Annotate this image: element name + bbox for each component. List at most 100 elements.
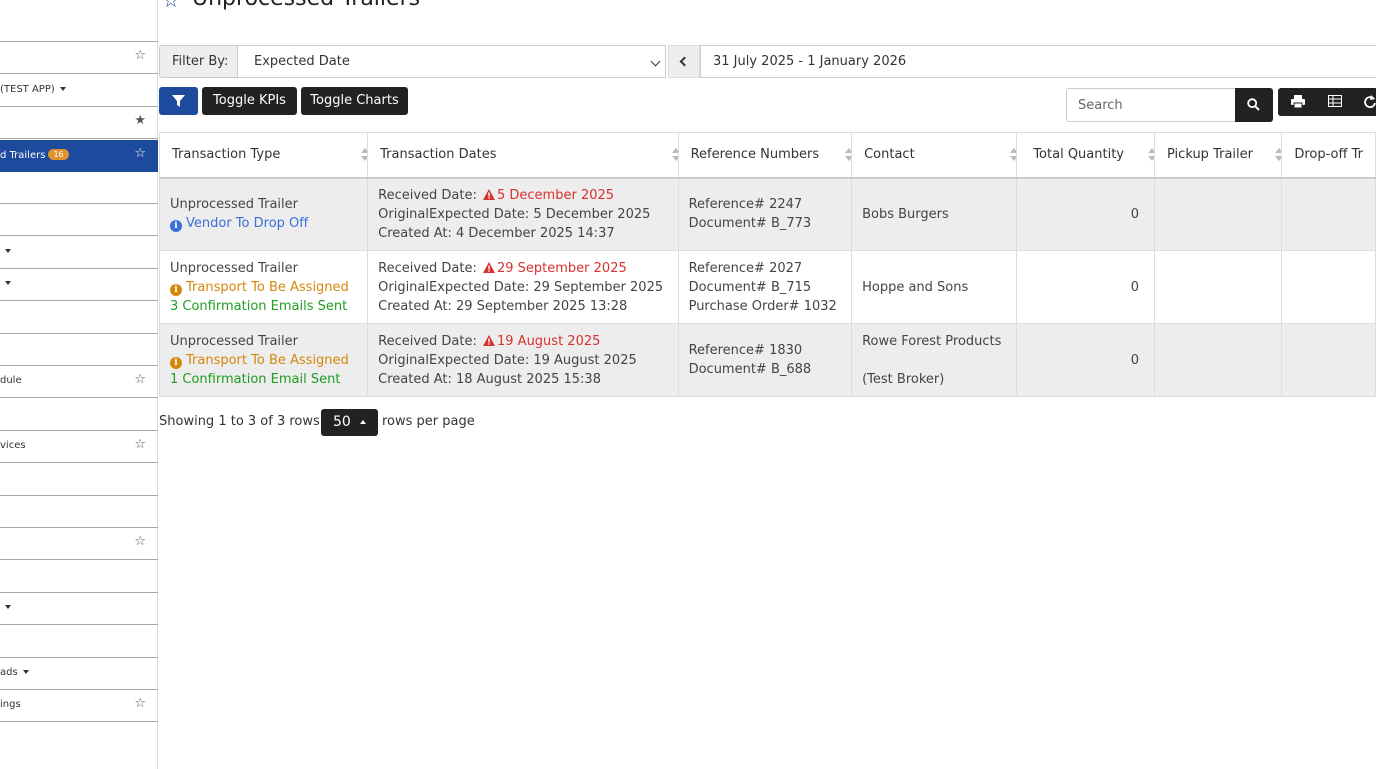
- star-icon[interactable]: ☆: [134, 373, 146, 386]
- reference-number: Purchase Order# 1032: [688, 298, 837, 314]
- sidebar-item[interactable]: dule ☆: [0, 366, 158, 399]
- pagination-info: Showing 1 to 3 of 3 rows: [159, 414, 320, 429]
- star-icon[interactable]: ☆: [134, 697, 146, 710]
- reference-number: Document# B_688: [688, 362, 812, 377]
- cell-contact: Rowe Forest Products (Test Broker): [851, 323, 1018, 397]
- status-line[interactable]: i Transport To Be Assigned: [170, 278, 357, 297]
- table-header-row: Transaction Type Transaction Dates Refer…: [158, 132, 1376, 179]
- sidebar-item[interactable]: [0, 269, 158, 302]
- sidebar-item-label: ings: [0, 699, 21, 711]
- sidebar-item-label: [0, 278, 11, 289]
- sidebar-item[interactable]: [0, 464, 158, 496]
- date-range-prev-button[interactable]: [668, 45, 700, 78]
- column-header-contact[interactable]: Contact: [851, 132, 1018, 179]
- column-header-label: Reference Numbers: [690, 147, 820, 163]
- refresh-icon[interactable]: [1364, 95, 1376, 108]
- total-quantity: 0: [1130, 206, 1139, 222]
- sidebar-item-label: ads: [0, 667, 29, 678]
- page-size-dropdown[interactable]: 50: [321, 409, 378, 436]
- cell-transaction-dates: Received Date: 19 August 2025 OriginalExp…: [367, 323, 679, 397]
- received-date-value: 29 September 2025: [497, 260, 627, 276]
- sidebar-item[interactable]: ings ☆: [0, 690, 158, 723]
- sidebar-item[interactable]: (TEST APP): [0, 75, 158, 107]
- column-header-dropoff-trailer[interactable]: Drop-off Tr: [1281, 132, 1376, 179]
- caret-down-icon: [5, 248, 11, 253]
- star-filled-icon[interactable]: ★: [134, 114, 146, 127]
- sidebar-item[interactable]: [0, 172, 158, 204]
- search-icon: [1247, 98, 1260, 111]
- sidebar-item[interactable]: [0, 496, 158, 528]
- filter-button[interactable]: [159, 87, 198, 115]
- sidebar-item[interactable]: vices ☆: [0, 431, 158, 464]
- status-text: Vendor To Drop Off: [186, 216, 309, 232]
- rows-per-page-label: rows per page: [382, 414, 475, 429]
- toggle-kpis-button[interactable]: Toggle KPIs: [202, 87, 297, 115]
- cell-total-quantity: 0: [1016, 177, 1155, 251]
- sidebar-item[interactable]: [0, 593, 158, 626]
- star-icon[interactable]: ☆: [134, 438, 146, 451]
- column-header-reference-numbers[interactable]: Reference Numbers: [677, 132, 853, 179]
- table-row[interactable]: Unprocessed Trailer i Vendor To Drop Off Re…: [158, 177, 1376, 251]
- star-icon[interactable]: ☆: [134, 535, 146, 548]
- sidebar-item[interactable]: [0, 10, 158, 42]
- cell-transaction-dates: Received Date: 5 December 2025 OriginalEx…: [367, 177, 679, 251]
- transaction-type: Unprocessed Trailer: [170, 197, 299, 213]
- toggle-charts-button[interactable]: Toggle Charts: [301, 87, 408, 115]
- column-header-label: Pickup Trailer: [1167, 147, 1253, 163]
- expected-date: OriginalExpected Date: 29 September 2025: [378, 279, 664, 295]
- sidebar-item[interactable]: [0, 302, 158, 334]
- sidebar-item[interactable]: d Trailers 16 ☆: [0, 139, 158, 172]
- filter-funnel-icon: [172, 95, 185, 107]
- column-header-label: Drop-off Tr: [1294, 147, 1363, 163]
- reference-number: Document# B_715: [688, 279, 812, 295]
- sidebar-item[interactable]: ads: [0, 658, 158, 690]
- sidebar-item-label: vices: [0, 440, 26, 452]
- caret-down-icon: [5, 605, 11, 610]
- search-input[interactable]: [1066, 88, 1236, 122]
- date-range-input[interactable]: 31 July 2025 - 1 January 2026: [700, 45, 1376, 78]
- count-badge: 16: [48, 148, 69, 160]
- contact-name[interactable]: Bobs Burgers: [862, 205, 1006, 224]
- column-header-transaction-type[interactable]: Transaction Type: [158, 132, 369, 179]
- received-date-label: Received Date:: [378, 260, 477, 276]
- status-line[interactable]: i Vendor To Drop Off: [170, 214, 357, 233]
- cell-transaction-type: Unprocessed Trailer i Transport To Be Assi…: [158, 323, 369, 397]
- sidebar-item[interactable]: ☆: [0, 42, 158, 75]
- sidebar-item[interactable]: [0, 399, 158, 431]
- filter-by-label: Filter By:: [159, 45, 238, 78]
- received-date-label: Received Date:: [378, 333, 477, 349]
- sidebar-item[interactable]: ★: [0, 107, 158, 140]
- table-row[interactable]: Unprocessed Trailer i Transport To Be Assi…: [158, 250, 1376, 324]
- sidebar-item[interactable]: [0, 334, 158, 366]
- cell-dropoff-trailer: [1281, 323, 1376, 397]
- contact-name[interactable]: Rowe Forest Products: [862, 332, 1006, 351]
- sidebar-item[interactable]: ☆: [0, 528, 158, 561]
- favorite-star-icon[interactable]: ☆: [162, 0, 180, 12]
- filter-by-select[interactable]: Expected Date: [237, 45, 666, 78]
- caret-up-icon: [360, 420, 366, 424]
- star-icon[interactable]: ☆: [134, 49, 146, 62]
- sidebar-item[interactable]: [0, 204, 158, 237]
- transaction-type: Unprocessed Trailer: [170, 333, 299, 349]
- contact-name[interactable]: Hoppe and Sons: [862, 278, 1006, 297]
- info-icon: i: [170, 356, 182, 369]
- reference-number: Reference# 1830: [688, 343, 803, 358]
- chevron-left-icon: [679, 56, 690, 67]
- sidebar-item[interactable]: [0, 237, 158, 269]
- print-icon[interactable]: [1291, 95, 1305, 108]
- cell-dropoff-trailer: [1281, 177, 1376, 251]
- search-button[interactable]: [1235, 88, 1273, 122]
- columns-icon[interactable]: [1328, 95, 1342, 107]
- received-date-line: Received Date: 19 August 2025: [378, 332, 667, 351]
- status-line[interactable]: i Transport To Be Assigned: [170, 351, 357, 370]
- reference-number: Reference# 2027: [688, 260, 803, 276]
- column-header-transaction-dates[interactable]: Transaction Dates: [367, 132, 679, 179]
- cell-transaction-type: Unprocessed Trailer i Transport To Be Assi…: [158, 250, 369, 324]
- column-header-total-quantity[interactable]: Total Quantity: [1016, 132, 1155, 179]
- star-icon[interactable]: ☆: [134, 147, 146, 160]
- sidebar-item[interactable]: [0, 626, 158, 658]
- table-row[interactable]: Unprocessed Trailer i Transport To Be Assi…: [158, 323, 1376, 397]
- cell-transaction-dates: Received Date: 29 September 2025 Original…: [367, 250, 679, 324]
- sidebar-item[interactable]: [0, 561, 158, 593]
- column-header-pickup-trailer[interactable]: Pickup Trailer: [1153, 132, 1283, 179]
